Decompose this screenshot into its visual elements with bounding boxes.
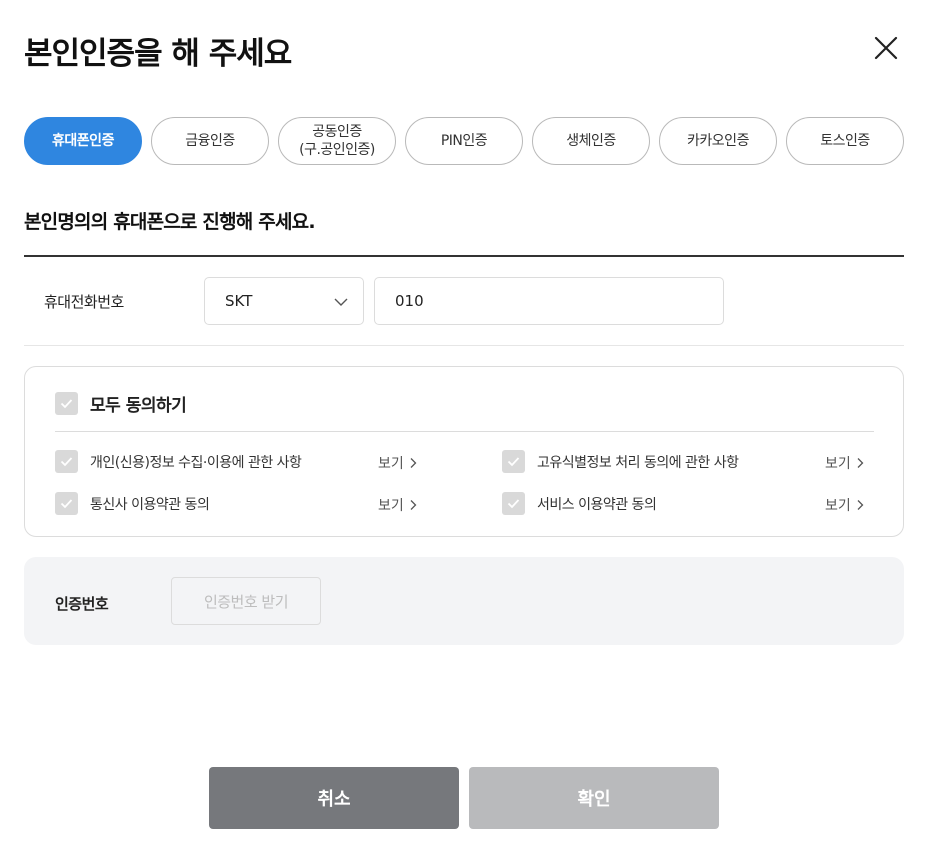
term-unique-id-checkbox[interactable] — [502, 450, 525, 473]
check-icon — [60, 499, 73, 509]
confirm-button[interactable]: 확인 — [469, 767, 719, 829]
term-unique-id[interactable]: 고유식별정보 처리 동의에 관한 사항 — [502, 450, 872, 473]
section-subtitle: 본인명의의 휴대폰으로 진행해 주세요. — [24, 211, 316, 233]
check-icon — [60, 457, 73, 467]
chevron-down-icon — [334, 298, 348, 306]
page-title: 본인인증을 해 주세요 — [24, 36, 292, 72]
cancel-button[interactable]: 취소 — [209, 767, 459, 829]
chevron-right-icon — [857, 500, 864, 510]
phone-label: 휴대전화번호 — [44, 293, 124, 311]
agree-all-checkbox[interactable] — [55, 392, 78, 415]
check-icon — [507, 457, 520, 467]
term-personal-info-checkbox[interactable] — [55, 450, 78, 473]
term-service[interactable]: 서비스 이용약관 동의 — [502, 492, 872, 515]
term-carrier-checkbox[interactable] — [55, 492, 78, 515]
view-term-carrier[interactable]: 보기 — [378, 495, 418, 515]
chevron-right-icon — [857, 458, 864, 468]
agreement-box: 모두 동의하기 개인(신용)정보 수집·이용에 관한 사항 보기 고유식별정보 … — [24, 366, 904, 537]
term-label: 통신사 이용약관 동의 — [90, 496, 210, 513]
check-icon — [60, 399, 73, 409]
view-label: 보기 — [825, 498, 851, 514]
request-code-button[interactable]: 인증번호 받기 — [171, 577, 321, 625]
verification-box: 인증번호 인증번호 받기 — [24, 557, 904, 645]
auth-modal: 본인인증을 해 주세요 휴대폰인증 금융인증 공동인증 (구.공인인증) PIN… — [0, 0, 933, 859]
auth-method-tabs: 휴대폰인증 금융인증 공동인증 (구.공인인증) PIN인증 생체인증 카카오인… — [24, 117, 904, 165]
term-service-checkbox[interactable] — [502, 492, 525, 515]
tab-toss-auth[interactable]: 토스인증 — [786, 117, 904, 165]
view-label: 보기 — [825, 456, 851, 472]
term-label: 고유식별정보 처리 동의에 관한 사항 — [537, 454, 739, 471]
verification-label: 인증번호 — [55, 595, 109, 613]
tab-biometric-auth[interactable]: 생체인증 — [532, 117, 650, 165]
view-label: 보기 — [378, 498, 404, 514]
section-divider — [24, 255, 904, 257]
carrier-select[interactable]: SKT — [204, 277, 364, 325]
view-label: 보기 — [378, 456, 404, 472]
tab-kakao-auth[interactable]: 카카오인증 — [659, 117, 777, 165]
chevron-right-icon — [410, 500, 417, 510]
tab-finance-auth[interactable]: 금융인증 — [151, 117, 269, 165]
agree-all-row[interactable]: 모두 동의하기 — [55, 391, 187, 416]
agreement-divider — [55, 431, 874, 432]
term-label: 서비스 이용약관 동의 — [537, 496, 657, 513]
chevron-right-icon — [410, 458, 417, 468]
view-term-unique-id[interactable]: 보기 — [825, 453, 865, 473]
agree-all-label: 모두 동의하기 — [90, 396, 187, 416]
tab-phone-auth[interactable]: 휴대폰인증 — [24, 117, 142, 165]
close-icon — [874, 36, 898, 60]
term-label: 개인(신용)정보 수집·이용에 관한 사항 — [90, 454, 302, 471]
view-term-personal-info[interactable]: 보기 — [378, 453, 418, 473]
row-divider — [24, 345, 904, 346]
tab-joint-cert-auth[interactable]: 공동인증 (구.공인인증) — [278, 117, 396, 165]
tab-pin-auth[interactable]: PIN인증 — [405, 117, 523, 165]
term-personal-info[interactable]: 개인(신용)정보 수집·이용에 관한 사항 — [55, 450, 425, 473]
check-icon — [507, 499, 520, 509]
carrier-value: SKT — [225, 292, 253, 310]
term-carrier[interactable]: 통신사 이용약관 동의 — [55, 492, 425, 515]
close-button[interactable] — [870, 32, 902, 64]
phone-number-input[interactable]: 010 — [374, 277, 724, 325]
phone-number-value: 010 — [395, 292, 424, 310]
view-term-service[interactable]: 보기 — [825, 495, 865, 515]
